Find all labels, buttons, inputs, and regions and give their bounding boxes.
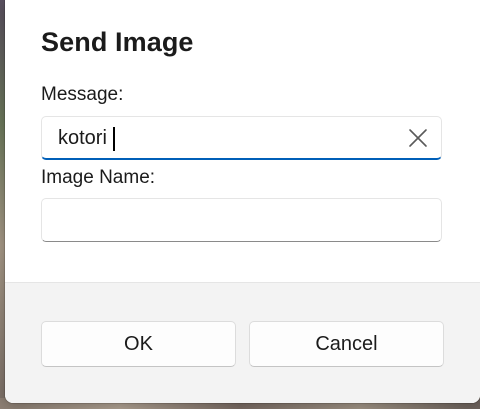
dialog-title: Send Image — [41, 27, 194, 57]
message-field[interactable] — [41, 116, 442, 160]
image-name-field[interactable] — [41, 198, 442, 242]
message-label: Message: — [41, 84, 124, 105]
text-caret — [113, 127, 115, 151]
close-icon — [409, 129, 427, 147]
image-name-label: Image Name: — [41, 167, 156, 188]
send-image-dialog: Send Image Message: Image Name: OK Cance… — [5, 0, 480, 403]
message-input[interactable] — [58, 117, 388, 159]
clear-text-button[interactable] — [403, 123, 433, 153]
dialog-footer: OK Cancel — [5, 282, 480, 403]
ok-button[interactable]: OK — [41, 321, 236, 367]
image-name-input[interactable] — [58, 199, 388, 241]
cancel-button[interactable]: Cancel — [249, 321, 444, 367]
dialog-content: Send Image Message: Image Name: — [5, 0, 480, 282]
